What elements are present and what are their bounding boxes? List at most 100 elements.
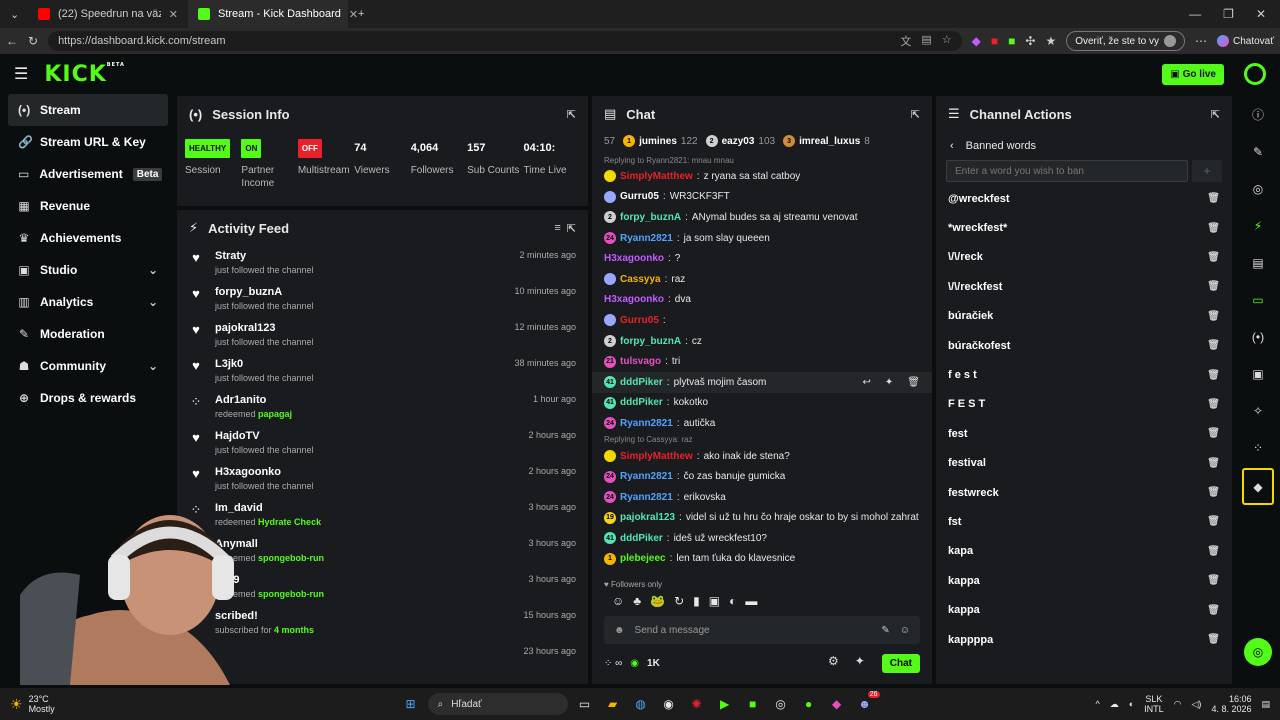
maps-icon[interactable]: ◆: [826, 693, 848, 715]
chat-username[interactable]: tulsvago: [620, 356, 661, 367]
wrench-icon[interactable]: ✧: [1236, 392, 1280, 429]
delete-icon[interactable]: 🗑: [1207, 252, 1220, 263]
chat-username[interactable]: dddPiker: [620, 397, 663, 408]
chat-username[interactable]: Ryann2821: [620, 418, 673, 429]
tab-kick-dashboard[interactable]: Stream - Kick Dashboard ✕: [188, 0, 358, 28]
delete-icon[interactable]: 🗑: [1207, 516, 1220, 527]
taskbar-search[interactable]: ⌕ Hľadať: [427, 693, 568, 715]
chat-bubble-icon[interactable]: ▭: [1236, 281, 1280, 318]
go-live-button[interactable]: ▣ Go live: [1162, 63, 1224, 85]
chat-username[interactable]: dddPiker: [620, 377, 663, 388]
emote[interactable]: ▣: [709, 594, 720, 608]
broadcast-icon[interactable]: (•): [1236, 318, 1280, 355]
chevron-down-icon[interactable]: ⌄: [148, 359, 158, 373]
chat-message[interactable]: 24 Ryann2821: ja som slay queeen: [592, 228, 932, 249]
chat-username[interactable]: forpy_buznA: [620, 212, 681, 223]
chat-username[interactable]: Ryann2821: [620, 492, 673, 503]
chat-message[interactable]: 2 forpy_buznA: ANymal budes sa aj streamu …: [592, 207, 932, 228]
chat-message[interactable]: SimplyMatthew: ako inak ide stena?: [592, 446, 932, 467]
emoji-picker-icon[interactable]: ☺: [900, 625, 910, 636]
emote[interactable]: 🐸: [650, 594, 665, 608]
sidebar-item-moderation[interactable]: ✎ Moderation: [0, 318, 176, 350]
chat-message[interactable]: H3xagoonko:?: [592, 248, 932, 269]
chat-message[interactable]: 41 dddPiker: plytvaš mojim časom ↩ ✦ 🗑: [592, 371, 932, 393]
close-icon[interactable]: ✕: [169, 8, 178, 21]
volume-icon[interactable]: ◁): [1192, 699, 1202, 710]
app-icon[interactable]: ✺: [686, 693, 708, 715]
favorites-icon[interactable]: ★: [1045, 34, 1056, 48]
tab-youtube[interactable]: (22) Speedrun na väzenie any% ✕: [28, 0, 188, 28]
chat-input[interactable]: ☻ Send a message ✎ ☺: [604, 616, 920, 644]
chat-username[interactable]: H3xagoonko: [604, 294, 664, 305]
chat-username[interactable]: Gurru05: [620, 315, 659, 326]
sidebar-item-analytics[interactable]: ▥ Analytics ⌄: [0, 286, 176, 318]
emote[interactable]: ☺: [612, 594, 624, 608]
filter-icon[interactable]: ≡: [554, 222, 560, 234]
chat-send-button[interactable]: Chat: [881, 653, 920, 673]
chat-message[interactable]: 24 Ryann2821: čo zas banuje gumicka: [592, 466, 932, 487]
chat-message[interactable]: Cassyya: raz: [592, 269, 932, 290]
url-field[interactable]: https://dashboard.kick.com/stream 文 ▤ ☆: [48, 31, 962, 51]
top-gifter[interactable]: 1 jumines 122: [623, 135, 698, 147]
emote[interactable]: ♣: [633, 594, 641, 608]
chat-message[interactable]: H3xagoonko: dva: [592, 290, 932, 311]
chat-message[interactable]: 19 pajokral123: videl si už tu hru čo hraj…: [592, 508, 932, 529]
steam-icon[interactable]: ◉: [658, 693, 680, 715]
obs-icon[interactable]: ◎: [770, 693, 792, 715]
emote[interactable]: ▮: [693, 594, 700, 608]
emote[interactable]: ▬: [745, 594, 757, 608]
chat-username[interactable]: dddPiker: [620, 533, 663, 544]
popout-icon[interactable]: ⇱: [911, 108, 920, 121]
language-indicator[interactable]: SLK INTL: [1144, 694, 1164, 714]
add-word-button[interactable]: +: [1192, 160, 1222, 182]
camera-icon[interactable]: ◎: [1236, 170, 1280, 207]
back-icon[interactable]: ‹: [950, 140, 954, 152]
delete-icon[interactable]: 🗑: [1207, 487, 1220, 498]
help-chat-button[interactable]: ◎: [1244, 638, 1272, 666]
chat-username[interactable]: Gurru05: [620, 191, 659, 202]
notifications-icon[interactable]: ▤: [1261, 699, 1270, 710]
top-gifter[interactable]: 2 eazy03 103: [705, 135, 775, 147]
delete-icon[interactable]: 🗑: [1207, 575, 1220, 586]
spotify-icon[interactable]: [1244, 63, 1266, 85]
hamburger-menu-icon[interactable]: ☰: [14, 64, 28, 84]
delete-icon[interactable]: 🗑: [1207, 605, 1220, 616]
chat-username[interactable]: pajokral123: [620, 512, 675, 523]
sidebar-item-revenue[interactable]: ▦ Revenue: [0, 190, 176, 222]
task-view-icon[interactable]: ▭: [574, 693, 596, 715]
close-window-icon[interactable]: ✕: [1256, 7, 1266, 21]
chevron-down-icon[interactable]: ⌄: [148, 295, 158, 309]
chat-message[interactable]: 41 dddPiker: ideš už wreckfest10?: [592, 528, 932, 549]
translate-icon[interactable]: 文: [900, 33, 911, 49]
chat-message[interactable]: 2 forpy_buznA: cz: [592, 331, 932, 352]
delete-icon[interactable]: 🗑: [1207, 399, 1220, 410]
sidebar-item-stream[interactable]: (•) Stream: [8, 94, 168, 126]
community-icon[interactable]: ⁘: [1236, 429, 1280, 466]
more-icon[interactable]: ⋯: [1195, 34, 1207, 48]
delete-icon[interactable]: 🗑: [1207, 193, 1220, 204]
delete-icon[interactable]: 🗑: [907, 377, 920, 388]
maximize-icon[interactable]: ❐: [1223, 7, 1234, 21]
sidebar-item-stream-url-key[interactable]: 🔗 Stream URL & Key: [0, 126, 176, 158]
chat-message[interactable]: 21 tulsvago: tri: [592, 351, 932, 372]
chat-username[interactable]: SimplyMatthew: [620, 451, 693, 462]
chat-username[interactable]: plebejeec: [620, 553, 666, 564]
edge-icon[interactable]: ◍: [630, 693, 652, 715]
chat-username[interactable]: Ryann2821: [620, 471, 673, 482]
chat-username[interactable]: Cassyya: [620, 274, 661, 285]
delete-icon[interactable]: 🗑: [1207, 340, 1220, 351]
discord-icon[interactable]: ☻ 26: [854, 691, 880, 715]
delete-icon[interactable]: 🗑: [1207, 223, 1220, 234]
delete-icon[interactable]: 🗑: [1207, 370, 1220, 381]
sidebar-item-studio[interactable]: ▣ Studio ⌄: [0, 254, 176, 286]
spotify-icon[interactable]: ●: [798, 693, 820, 715]
info-icon[interactable]: ⓘ: [1236, 96, 1280, 133]
popout-icon[interactable]: ⇱: [567, 108, 576, 121]
gift-icon[interactable]: ◆: [1242, 468, 1274, 505]
chat-message[interactable]: SimplyMatthew: z ryana sa stal catboy: [592, 166, 932, 187]
chat-message[interactable]: Gurru05: WR3CKF3FT: [592, 187, 932, 208]
kick-emote-icon[interactable]: ✎: [881, 625, 889, 636]
extension-icon[interactable]: ◆: [972, 34, 981, 48]
gear-icon[interactable]: ⚙: [828, 654, 839, 668]
chat-message[interactable]: 1 plebejeec: len tam ťuka do klavesnice: [592, 549, 932, 570]
